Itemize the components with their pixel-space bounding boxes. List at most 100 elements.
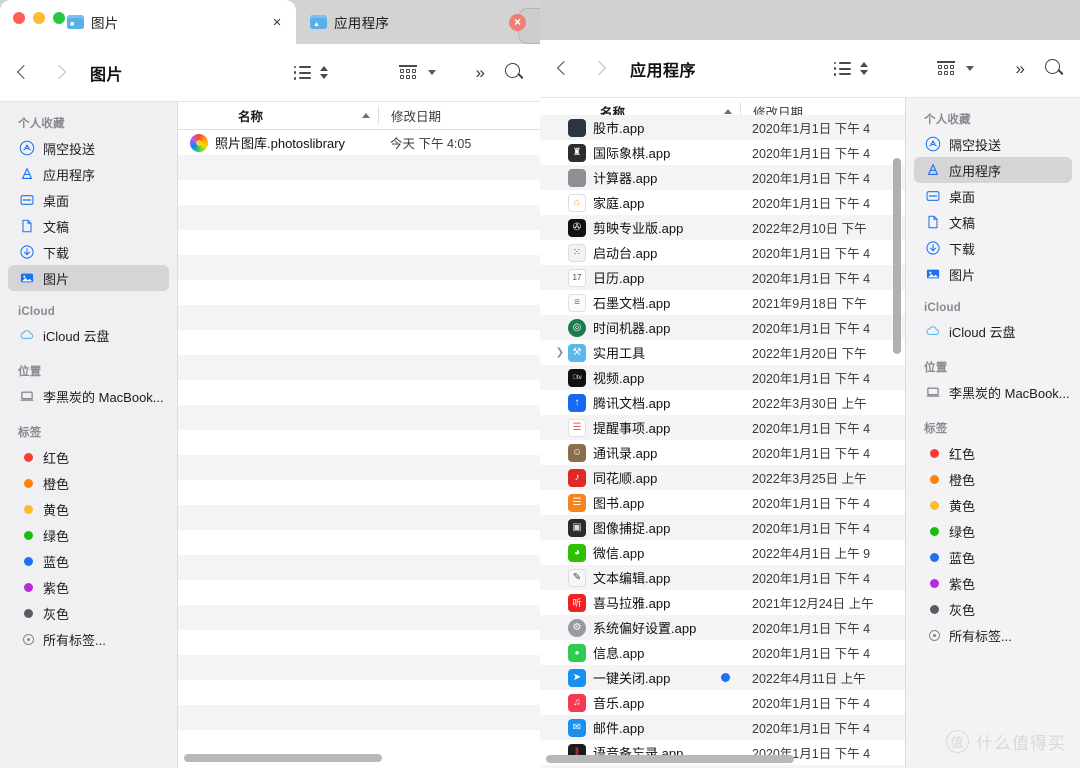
sidebar-item-所有标签...[interactable]: 所有标签... [8,626,169,652]
sidebar-item-橙色[interactable]: 橙色 [914,466,1072,492]
right-window-titlebar[interactable] [540,0,1080,40]
tag-dot-icon [924,549,941,566]
left-file-rows[interactable]: 照片图库.photoslibrary 今天 下午 4:05 [178,130,540,768]
tab-applications-close-icon[interactable]: × [509,13,526,31]
sidebar-item-文稿[interactable]: 文稿 [8,213,169,239]
minimize-window-button[interactable] [33,12,45,24]
sidebar-item-应用程序[interactable]: 应用程序 [8,161,169,187]
sidebar-item-图片[interactable]: 图片 [8,265,169,291]
file-modified-date: 2022年3月25日 上午 [752,472,867,486]
table-row[interactable]: 17 日历.app 2020年1月1日 下午 4 [540,265,905,290]
watermark-badge: 值 [946,730,969,753]
left-group-button[interactable] [394,62,440,83]
textedit-icon: ✎ [568,568,586,587]
sidebar-item-所有标签...[interactable]: 所有标签... [914,622,1072,648]
file-name: 一键关闭.app [593,671,671,686]
sidebar-item-iCloud 云盘[interactable]: iCloud 云盘 [8,322,169,348]
table-row[interactable]: ⌂ 家庭.app 2020年1月1日 下午 4 [540,190,905,215]
sidebar-item-绿色[interactable]: 绿色 [914,518,1072,544]
left-view-list-button[interactable] [290,63,332,83]
table-row[interactable]: ♜ 国际象棋.app 2020年1月1日 下午 4 [540,140,905,165]
onekeyclose-icon: ➤ [568,668,586,687]
search-icon[interactable] [505,63,524,82]
more-chevrons-icon[interactable]: » [476,63,486,83]
right-horizontal-scrollbar[interactable] [546,755,794,763]
tab-pictures-close-icon[interactable]: × [268,13,286,31]
table-row[interactable]: ♫ 音乐.app 2020年1月1日 下午 4 [540,690,905,715]
table-row[interactable]: ♪ 同花顺.app 2022年3月25日 上午 [540,465,905,490]
right-file-rows[interactable]: 股市.app 2020年1月1日 下午 4 ♜ 国际象棋.app 2020年1月1日 下… [540,115,905,768]
tab-bar: ■ 图片 × ▲ 应用程序 × [0,0,540,44]
right-view-list-button[interactable] [830,59,872,79]
sidebar-item-图片[interactable]: 图片 [914,261,1072,287]
sidebar-item-下载[interactable]: 下载 [8,239,169,265]
left-window-titlebar[interactable]: ■ 图片 × ▲ 应用程序 × [0,0,540,44]
file-name: 视频.app [593,371,645,386]
chevron-right-icon[interactable] [593,60,604,78]
tag-dot-icon [18,553,35,570]
table-row[interactable]: ✇ 剪映专业版.app 2022年2月10日 下午 [540,215,905,240]
search-icon[interactable] [1045,59,1064,78]
sidebar-item-灰色[interactable]: 灰色 [914,596,1072,622]
chevron-left-icon[interactable] [18,64,29,82]
table-row[interactable]: 计算器.app 2020年1月1日 下午 4 [540,165,905,190]
table-row[interactable]: ✎ 文本编辑.app 2020年1月1日 下午 4 [540,565,905,590]
table-row[interactable]: ☰ 提醒事项.app 2020年1月1日 下午 4 [540,415,905,440]
zoom-window-button[interactable] [53,12,65,24]
sidebar-item-桌面[interactable]: 桌面 [914,183,1072,209]
table-row[interactable]: ◕ 微信.app 2022年4月1日 上午 9 [540,540,905,565]
sidebar-item-李黑炭的 MacBook...[interactable]: 李黑炭的 MacBook... [8,383,169,409]
sidebar-item-蓝色[interactable]: 蓝色 [914,544,1072,570]
sidebar-item-绿色[interactable]: 绿色 [8,522,169,548]
table-row[interactable]: ☺ 通讯录.app 2020年1月1日 下午 4 [540,440,905,465]
table-row[interactable]: ☰ 图书.app 2020年1月1日 下午 4 [540,490,905,515]
left-col-date[interactable]: 修改日期 [378,106,540,125]
table-row[interactable]: ↑ 腾讯文档.app 2022年3月30日 上午 [540,390,905,415]
left-col-name[interactable]: 名称 [178,106,378,125]
right-vertical-scrollbar[interactable] [893,158,901,354]
sidebar-item-红色[interactable]: 红色 [914,440,1072,466]
table-row[interactable]: ❯ ⚒ 实用工具 2022年1月20日 下午 [540,340,905,365]
sidebar-item-蓝色[interactable]: 蓝色 [8,548,169,574]
disclosure-triangle-icon[interactable]: ❯ [552,347,568,358]
sidebar-item-文稿[interactable]: 文稿 [914,209,1072,235]
sidebar-item-灰色[interactable]: 灰色 [8,600,169,626]
table-row[interactable]: ◎ 时间机器.app 2020年1月1日 下午 4 [540,315,905,340]
table-row[interactable]: 听喜马拉雅.app 2021年12月24日 上午 [540,590,905,615]
sidebar-item-李黑炭的 MacBook...[interactable]: 李黑炭的 MacBook... [914,379,1072,405]
sidebar-item-桌面[interactable]: 桌面 [8,187,169,213]
sidebar-item-label: 灰色 [43,606,70,622]
table-row[interactable]: tv 视频.app 2020年1月1日 下午 4 [540,365,905,390]
chevron-left-icon[interactable] [558,60,569,78]
sidebar-item-label: 所有标签... [43,632,106,648]
table-row[interactable]: ⁙ 启动台.app 2020年1月1日 下午 4 [540,240,905,265]
sidebar-item-红色[interactable]: 红色 [8,444,169,470]
file-name: 剪映专业版.app [593,221,684,236]
left-horizontal-scrollbar[interactable] [184,754,382,762]
table-row[interactable]: 股市.app 2020年1月1日 下午 4 [540,115,905,140]
sidebar-item-紫色[interactable]: 紫色 [914,570,1072,596]
sidebar-item-橙色[interactable]: 橙色 [8,470,169,496]
sidebar-item-隔空投送[interactable]: 隔空投送 [914,131,1072,157]
tag-dot-icon [924,445,941,462]
right-group-button[interactable] [932,58,978,79]
sidebar-item-iCloud 云盘[interactable]: iCloud 云盘 [914,318,1072,344]
table-row[interactable]: ✉ 邮件.app 2020年1月1日 下午 4 [540,715,905,740]
sidebar-item-下载[interactable]: 下载 [914,235,1072,261]
table-row[interactable]: ➤ 一键关闭.app 2022年4月11日 上午 [540,665,905,690]
table-row[interactable]: 照片图库.photoslibrary 今天 下午 4:05 [178,130,540,155]
table-row[interactable]: ● 信息.app 2020年1月1日 下午 4 [540,640,905,665]
file-name: 音乐.app [593,696,645,711]
sidebar-item-隔空投送[interactable]: 隔空投送 [8,135,169,161]
sidebar-item-黄色[interactable]: 黄色 [8,496,169,522]
sidebar-item-黄色[interactable]: 黄色 [914,492,1072,518]
more-chevrons-icon[interactable]: » [1016,59,1026,79]
sidebar-item-紫色[interactable]: 紫色 [8,574,169,600]
chevron-right-icon[interactable] [53,64,64,82]
tab-applications[interactable]: ▲ 应用程序 × [296,0,540,44]
close-window-button[interactable] [13,12,25,24]
table-row[interactable]: ▣ 图像捕捉.app 2020年1月1日 下午 4 [540,515,905,540]
table-row[interactable]: ≡ 石墨文档.app 2021年9月18日 下午 [540,290,905,315]
table-row[interactable]: ⚙ 系统偏好设置.app 2020年1月1日 下午 4 [540,615,905,640]
sidebar-item-应用程序[interactable]: 应用程序 [914,157,1072,183]
